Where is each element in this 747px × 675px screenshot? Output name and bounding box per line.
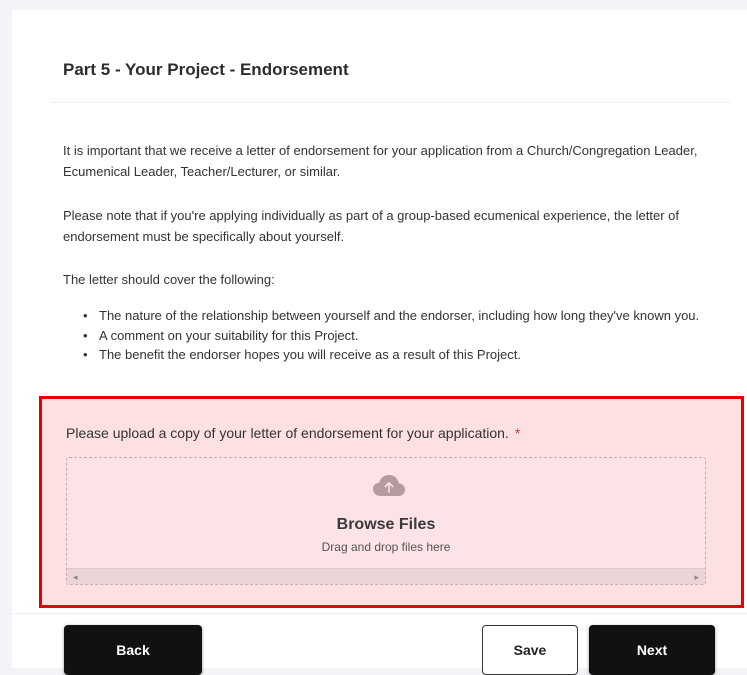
browse-files-button[interactable]: Browse Files <box>67 516 705 534</box>
list-item: The nature of the relationship between y… <box>83 306 723 326</box>
form-card: Part 5 - Your Project - Endorsement It i… <box>12 10 747 675</box>
list-item: The benefit the endorser hopes you will … <box>83 345 723 365</box>
cloud-upload-icon <box>373 475 405 496</box>
intro-paragraph-1: It is important that we receive a letter… <box>63 143 698 179</box>
drag-drop-hint: Drag and drop files here <box>321 540 451 554</box>
upload-section: Please upload a copy of your letter of e… <box>39 396 744 608</box>
intro-paragraph-3: The letter should cover the following: <box>63 272 275 287</box>
scroll-left-icon[interactable]: ◂ <box>73 570 78 584</box>
upload-label-text: Please upload a copy of your letter of e… <box>66 425 509 441</box>
scroll-right-icon[interactable]: ▸ <box>694 570 699 584</box>
intro-paragraph-2: Please note that if you're applying indi… <box>63 208 680 244</box>
list-item: A comment on your suitability for this P… <box>83 326 723 346</box>
title-divider <box>50 102 730 103</box>
file-dropzone[interactable]: Browse Files Drag and drop files here ◂ … <box>66 457 706 585</box>
footer-divider <box>12 613 747 614</box>
required-marker: * <box>514 425 521 441</box>
requirements-list: The nature of the relationship between y… <box>83 306 723 365</box>
section-title: Part 5 - Your Project - Endorsement <box>63 60 349 79</box>
upload-label: Please upload a copy of your letter of e… <box>66 425 520 441</box>
horizontal-scrollbar[interactable]: ◂ ▸ <box>67 568 705 584</box>
